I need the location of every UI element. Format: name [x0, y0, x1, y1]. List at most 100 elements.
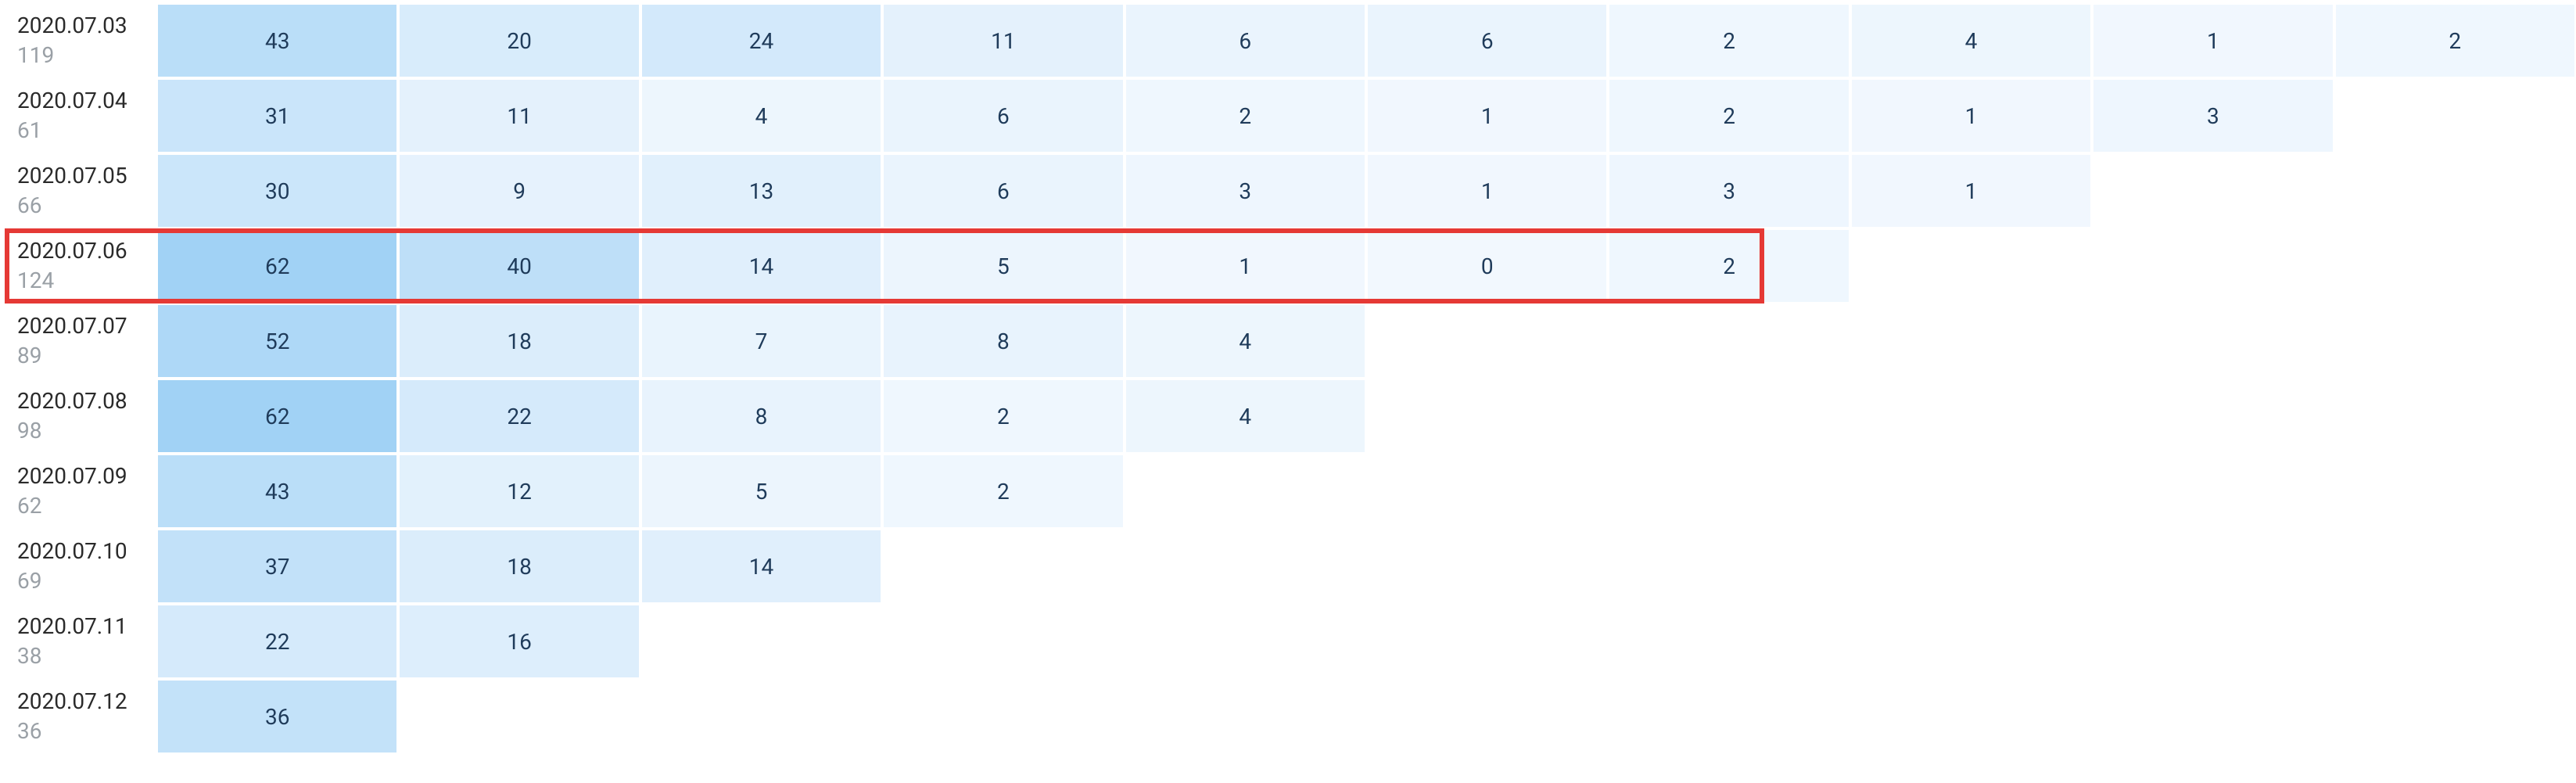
cohort-cell[interactable]: 2: [882, 379, 1124, 454]
cohort-cell-empty: [640, 679, 882, 754]
cohort-cell[interactable]: 2: [1608, 228, 1849, 304]
cohort-size: 69: [17, 568, 142, 594]
cohort-cell-empty: [1850, 228, 2092, 304]
cohort-cell[interactable]: 8: [882, 304, 1124, 379]
cohort-heatmap: 2020.07.03119432024116624122020.07.04613…: [0, 0, 2576, 754]
cohort-cell-empty: [2334, 679, 2576, 754]
cohort-cell-empty: [1850, 379, 2092, 454]
cohort-cell[interactable]: 52: [156, 304, 398, 379]
cohort-cell-empty: [882, 679, 1124, 754]
cohort-cell[interactable]: 6: [882, 153, 1124, 228]
cohort-cell[interactable]: 1: [2092, 3, 2334, 78]
cohort-cell[interactable]: 12: [398, 454, 640, 529]
cohort-cell[interactable]: 62: [156, 379, 398, 454]
cohort-cell-empty: [2092, 529, 2334, 604]
cohort-cell[interactable]: 36: [156, 679, 398, 754]
cohort-size: 89: [17, 343, 142, 369]
cohort-size: 119: [17, 42, 142, 69]
cohort-row-label: 2020.07.0898: [0, 379, 156, 454]
cohort-cell[interactable]: 18: [398, 304, 640, 379]
cohort-row-label: 2020.07.03119: [0, 3, 156, 78]
cohort-cell[interactable]: 6: [882, 78, 1124, 153]
cohort-date: 2020.07.11: [17, 613, 142, 640]
cohort-cell-empty: [1125, 679, 1366, 754]
cohort-cell[interactable]: 5: [640, 454, 882, 529]
cohort-cell[interactable]: 2: [1608, 78, 1849, 153]
cohort-row-label: 2020.07.1236: [0, 679, 156, 754]
cohort-cell-empty: [1608, 604, 1849, 679]
cohort-cell[interactable]: 1: [1366, 78, 1608, 153]
cohort-cell[interactable]: 40: [398, 228, 640, 304]
cohort-cell[interactable]: 4: [1125, 304, 1366, 379]
cohort-cell[interactable]: 31: [156, 78, 398, 153]
cohort-cell[interactable]: 1: [1850, 153, 2092, 228]
cohort-cell[interactable]: 2: [2334, 3, 2576, 78]
cohort-cell[interactable]: 3: [1125, 153, 1366, 228]
cohort-cell[interactable]: 9: [398, 153, 640, 228]
cohort-cell[interactable]: 14: [640, 228, 882, 304]
cohort-cell-empty: [1608, 379, 1849, 454]
cohort-row-label: 2020.07.0962: [0, 454, 156, 529]
cohort-cell[interactable]: 1: [1366, 153, 1608, 228]
cohort-date: 2020.07.10: [17, 538, 142, 565]
cohort-cell-empty: [1850, 604, 2092, 679]
cohort-cell-empty: [1125, 454, 1366, 529]
cohort-cell[interactable]: 22: [156, 604, 398, 679]
cohort-cell[interactable]: 43: [156, 454, 398, 529]
cohort-cell[interactable]: 20: [398, 3, 640, 78]
cohort-cell[interactable]: 5: [882, 228, 1124, 304]
cohort-cell[interactable]: 1: [1850, 78, 2092, 153]
cohort-cell[interactable]: 11: [882, 3, 1124, 78]
cohort-cell-empty: [2092, 454, 2334, 529]
cohort-cell[interactable]: 2: [882, 454, 1124, 529]
cohort-cell-empty: [1366, 679, 1608, 754]
cohort-size: 124: [17, 268, 142, 294]
cohort-date: 2020.07.05: [17, 163, 142, 189]
cohort-cell[interactable]: 1: [1125, 228, 1366, 304]
cohort-cell[interactable]: 13: [640, 153, 882, 228]
cohort-cell[interactable]: 62: [156, 228, 398, 304]
cohort-row-label: 2020.07.0789: [0, 304, 156, 379]
cohort-cell-empty: [1608, 304, 1849, 379]
cohort-cell-empty: [2092, 304, 2334, 379]
cohort-cell-empty: [2334, 379, 2576, 454]
cohort-cell-empty: [1850, 304, 2092, 379]
cohort-cell[interactable]: 6: [1366, 3, 1608, 78]
cohort-cell-empty: [1850, 679, 2092, 754]
cohort-cell[interactable]: 0: [1366, 228, 1608, 304]
cohort-cell[interactable]: 16: [398, 604, 640, 679]
cohort-cell-empty: [2334, 228, 2576, 304]
cohort-cell[interactable]: 4: [640, 78, 882, 153]
cohort-cell-empty: [1850, 454, 2092, 529]
cohort-cell[interactable]: 37: [156, 529, 398, 604]
cohort-cell-empty: [2092, 604, 2334, 679]
cohort-cell-empty: [1850, 529, 2092, 604]
cohort-cell[interactable]: 8: [640, 379, 882, 454]
cohort-cell-empty: [2092, 153, 2334, 228]
cohort-cell[interactable]: 24: [640, 3, 882, 78]
cohort-cell[interactable]: 3: [1608, 153, 1849, 228]
cohort-date: 2020.07.06: [17, 238, 142, 264]
cohort-cell-empty: [1608, 679, 1849, 754]
cohort-cell[interactable]: 22: [398, 379, 640, 454]
cohort-cell-empty: [2334, 529, 2576, 604]
cohort-size: 38: [17, 643, 142, 670]
cohort-cell[interactable]: 3: [2092, 78, 2334, 153]
cohort-cell-empty: [1125, 604, 1366, 679]
cohort-cell[interactable]: 4: [1125, 379, 1366, 454]
cohort-cell[interactable]: 11: [398, 78, 640, 153]
cohort-cell[interactable]: 30: [156, 153, 398, 228]
cohort-cell[interactable]: 7: [640, 304, 882, 379]
cohort-cell[interactable]: 18: [398, 529, 640, 604]
cohort-size: 98: [17, 418, 142, 444]
cohort-cell[interactable]: 6: [1125, 3, 1366, 78]
cohort-cell[interactable]: 4: [1850, 3, 2092, 78]
cohort-row-label: 2020.07.0566: [0, 153, 156, 228]
cohort-cell[interactable]: 43: [156, 3, 398, 78]
cohort-cell-empty: [2334, 304, 2576, 379]
cohort-cell-empty: [882, 604, 1124, 679]
cohort-cell[interactable]: 2: [1608, 3, 1849, 78]
cohort-cell[interactable]: 14: [640, 529, 882, 604]
cohort-cell-empty: [1366, 454, 1608, 529]
cohort-cell[interactable]: 2: [1125, 78, 1366, 153]
